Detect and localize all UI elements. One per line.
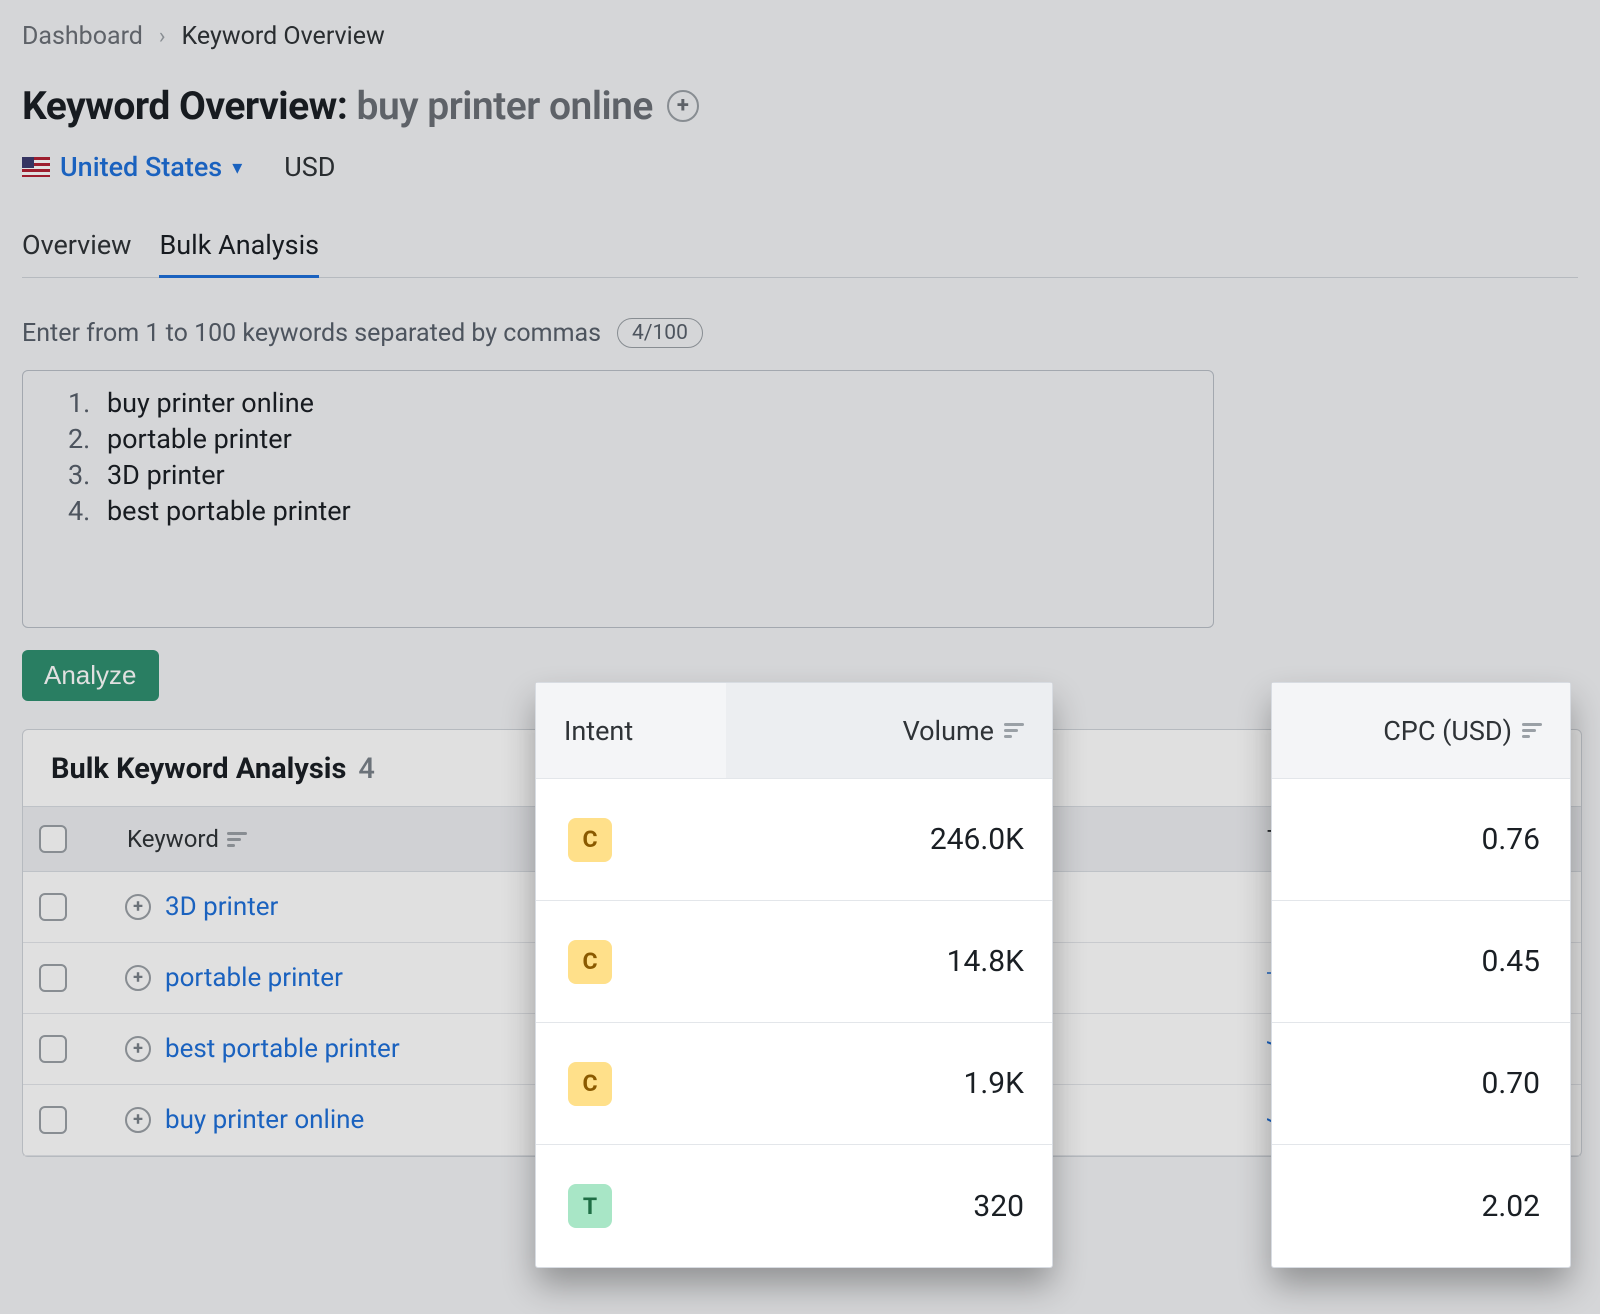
volume-cell: 320 [726, 1189, 1052, 1224]
row-spacer [1111, 1014, 1251, 1085]
country-label: United States [60, 151, 222, 183]
sort-icon [227, 832, 247, 847]
add-keyword-icon[interactable]: + [667, 90, 699, 122]
row-checkbox[interactable] [39, 1106, 67, 1134]
keyword-link[interactable]: best portable printer [165, 1034, 400, 1064]
sort-icon [1522, 723, 1542, 738]
highlight-header-row: Intent Volume [536, 683, 1052, 779]
results-title: Bulk Keyword Analysis [51, 752, 346, 786]
currency-label: USD [284, 151, 335, 183]
row-checkbox-cell [23, 943, 109, 1014]
keyword-link[interactable]: portable printer [165, 963, 343, 993]
tab-bulk-analysis[interactable]: Bulk Analysis [159, 229, 319, 278]
volume-cell: 1.9K [726, 1066, 1052, 1101]
expand-icon[interactable]: + [125, 1107, 151, 1133]
header-volume-label: Volume [903, 715, 994, 747]
row-checkbox[interactable] [39, 1035, 67, 1063]
header-keyword-label: Keyword [127, 825, 219, 853]
cpc-cell: 0.45 [1272, 944, 1570, 979]
keyword-link[interactable]: buy printer online [165, 1105, 364, 1135]
intent-cell: C [536, 818, 726, 862]
highlight-header-row: CPC (USD) [1272, 683, 1570, 779]
row-spacer [1111, 872, 1251, 943]
row-checkbox-cell [23, 1014, 109, 1085]
header-intent-label: Intent [564, 715, 633, 747]
highlight-row: C 1.9K [536, 1023, 1052, 1145]
page-title-query: buy printer online [357, 83, 653, 129]
keyword-item: 3D printer [97, 457, 1185, 493]
header-checkbox-cell [23, 806, 109, 872]
meta-row: United States ▾ USD [22, 151, 1578, 183]
highlight-row: 0.70 [1272, 1023, 1570, 1145]
intent-cell: C [536, 940, 726, 984]
results-count: 4 [358, 752, 374, 786]
intent-badge: C [568, 818, 612, 862]
cpc-cell: 0.70 [1272, 1066, 1570, 1101]
highlight-row: 0.76 [1272, 779, 1570, 901]
instruction-row: Enter from 1 to 100 keywords separated b… [22, 318, 1578, 348]
header-cpc[interactable]: CPC (USD) [1272, 683, 1570, 778]
intent-cell: C [536, 1062, 726, 1106]
cpc-cell: 0.76 [1272, 822, 1570, 857]
row-checkbox[interactable] [39, 893, 67, 921]
select-all-checkbox[interactable] [39, 825, 67, 853]
keyword-item: portable printer [97, 421, 1185, 457]
keyword-item: buy printer online [97, 385, 1185, 421]
highlight-row: T 320 [536, 1145, 1052, 1267]
tabs: Overview Bulk Analysis [22, 229, 1578, 278]
keyword-list: buy printer online portable printer 3D p… [51, 385, 1185, 529]
intent-badge: C [568, 940, 612, 984]
header-spacer [1111, 806, 1251, 872]
intent-badge: T [568, 1184, 612, 1228]
intent-cell: T [536, 1184, 726, 1228]
volume-cell: 246.0K [726, 822, 1052, 857]
country-selector[interactable]: United States ▾ [22, 151, 242, 183]
instruction-text: Enter from 1 to 100 keywords separated b… [22, 319, 601, 348]
breadcrumb-current: Keyword Overview [182, 22, 385, 51]
expand-icon[interactable]: + [125, 965, 151, 991]
keyword-link[interactable]: 3D printer [165, 892, 278, 922]
row-spacer [1111, 943, 1251, 1014]
header-cpc-label: CPC (USD) [1383, 715, 1512, 747]
page-title: Keyword Overview: buy printer online [22, 83, 653, 129]
highlight-row: 0.45 [1272, 901, 1570, 1023]
flag-us-icon [22, 157, 50, 177]
tab-overview[interactable]: Overview [22, 229, 131, 277]
highlight-row: C 246.0K [536, 779, 1052, 901]
highlight-row: 2.02 [1272, 1145, 1570, 1267]
keyword-count-pill: 4/100 [617, 318, 703, 348]
page-title-prefix: Keyword Overview: [22, 83, 347, 129]
highlight-row: C 14.8K [536, 901, 1052, 1023]
volume-cell: 14.8K [726, 944, 1052, 979]
highlight-cpc: CPC (USD) 0.76 0.45 0.70 2.02 [1272, 683, 1570, 1267]
row-checkbox-cell [23, 872, 109, 943]
keyword-input-box[interactable]: buy printer online portable printer 3D p… [22, 370, 1214, 628]
chevron-right-icon: › [159, 24, 166, 49]
header-volume[interactable]: Volume [726, 683, 1052, 778]
intent-badge: C [568, 1062, 612, 1106]
breadcrumb-root[interactable]: Dashboard [22, 22, 143, 51]
row-spacer [1111, 1085, 1251, 1156]
expand-icon[interactable]: + [125, 894, 151, 920]
keyword-item: best portable printer [97, 493, 1185, 529]
page-title-row: Keyword Overview: buy printer online + [22, 83, 1578, 129]
sort-icon [1004, 723, 1024, 738]
cpc-cell: 2.02 [1272, 1189, 1570, 1224]
row-checkbox-cell [23, 1085, 109, 1156]
breadcrumb: Dashboard › Keyword Overview [22, 22, 1578, 51]
analyze-button[interactable]: Analyze [22, 650, 159, 701]
highlight-intent-volume: Intent Volume C 246.0K C 14.8K C 1.9K T … [536, 683, 1052, 1267]
header-intent[interactable]: Intent [536, 683, 726, 778]
chevron-down-icon: ▾ [232, 155, 242, 179]
expand-icon[interactable]: + [125, 1036, 151, 1062]
row-checkbox[interactable] [39, 964, 67, 992]
